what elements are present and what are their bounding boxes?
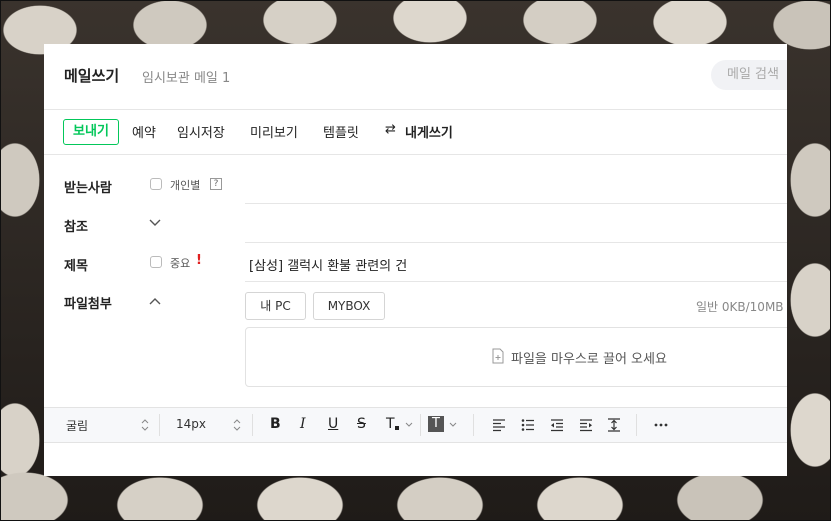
- underline-icon[interactable]: U: [328, 416, 344, 432]
- list-icon[interactable]: [520, 417, 536, 433]
- text-color-icon[interactable]: T: [386, 416, 402, 432]
- font-select[interactable]: 굴림: [66, 417, 88, 434]
- search-input[interactable]: 메일 검색: [711, 60, 787, 90]
- drop-hint: 파일을 마우스로 끌어 오세요: [511, 352, 667, 367]
- font-size-select[interactable]: 14px: [176, 417, 206, 431]
- size-stepper-icon[interactable]: [233, 417, 241, 433]
- individual-label: 개인별: [170, 179, 201, 192]
- draft-count-link[interactable]: 임시보관 메일 1: [142, 67, 230, 86]
- to-input-underline[interactable]: [245, 203, 787, 204]
- indent-icon[interactable]: [578, 417, 594, 433]
- mybox-button[interactable]: MYBOX: [313, 292, 385, 320]
- file-dropzone[interactable]: 파일을 마우스로 끌어 오세요: [245, 327, 787, 387]
- compose-header: 메일쓰기 임시보관 메일 1 메일 검색: [44, 44, 787, 110]
- italic-icon[interactable]: I: [300, 416, 316, 432]
- font-stepper-icon[interactable]: [141, 417, 149, 433]
- self-write-button[interactable]: 내게쓰기: [405, 122, 453, 141]
- my-pc-button[interactable]: 내 PC: [245, 292, 306, 320]
- schedule-button[interactable]: 예약: [132, 122, 156, 141]
- line-height-icon[interactable]: [606, 417, 622, 433]
- outdent-icon[interactable]: [549, 417, 565, 433]
- preview-button[interactable]: 미리보기: [250, 122, 298, 141]
- page-title: 메일쓰기: [64, 67, 120, 85]
- important-checkbox[interactable]: [150, 256, 162, 268]
- save-draft-button[interactable]: 임시저장: [177, 122, 225, 141]
- subject-label: 제목: [64, 259, 88, 274]
- attach-label: 파일첨부: [64, 297, 112, 312]
- strikethrough-icon[interactable]: S: [357, 416, 373, 432]
- chevron-up-icon[interactable]: [149, 297, 161, 305]
- align-left-icon[interactable]: [491, 417, 507, 433]
- swap-icon: ⇄: [385, 122, 396, 137]
- more-icon[interactable]: [653, 417, 669, 433]
- editor-toolbar: 굴림 14px B I U S T T: [44, 407, 787, 443]
- text-color-dropdown-icon[interactable]: [405, 422, 413, 427]
- compose-panel: 메일쓰기 임시보관 메일 1 메일 검색 보내기 예약 임시저장 미리보기 템플…: [44, 44, 787, 476]
- chevron-down-icon[interactable]: [149, 219, 161, 227]
- cc-label: 참조: [64, 220, 88, 235]
- file-size-status: 일반 0KB/10MB: [696, 300, 784, 314]
- action-toolbar: 보내기 예약 임시저장 미리보기 템플릿 ⇄ 내게쓰기: [44, 110, 787, 155]
- subject-input[interactable]: [삼성] 갤럭시 환불 관련의 건: [249, 255, 407, 274]
- important-label: 중요: [170, 257, 191, 270]
- individual-checkbox[interactable]: [150, 178, 162, 190]
- subject-underline: [245, 281, 787, 282]
- background-color-icon[interactable]: T: [428, 416, 444, 432]
- template-button[interactable]: 템플릿: [323, 122, 359, 141]
- bold-icon[interactable]: B: [270, 416, 286, 432]
- background-color-dropdown-icon[interactable]: [449, 422, 457, 427]
- file-add-icon: [492, 348, 504, 364]
- important-mark: !: [196, 253, 202, 268]
- help-icon[interactable]: ?: [210, 178, 222, 190]
- send-button[interactable]: 보내기: [63, 119, 119, 145]
- cc-input-underline[interactable]: [245, 242, 787, 243]
- to-label: 받는사람: [64, 181, 112, 196]
